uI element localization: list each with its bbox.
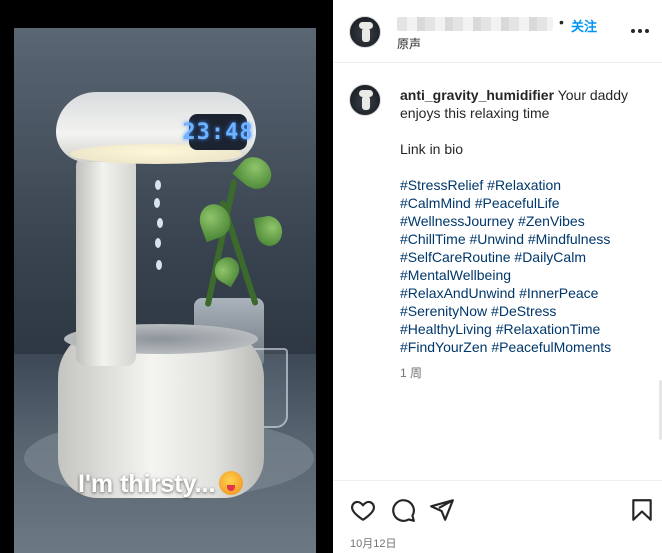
hashtag-list: #StressRelief #Relaxation #CalmMind #Pea…: [400, 176, 650, 356]
hashtag[interactable]: #StressRelief: [400, 177, 483, 193]
hashtag[interactable]: #DailyCalm: [514, 249, 586, 265]
hashtag[interactable]: #PeacefulMoments: [491, 339, 611, 355]
hashtag[interactable]: #MentalWellbeing: [400, 267, 511, 283]
action-bar: [333, 480, 662, 536]
more-options-icon[interactable]: [631, 22, 649, 40]
author-avatar[interactable]: [349, 16, 381, 48]
hashtag[interactable]: #ZenVibes: [518, 213, 585, 229]
post-sidebar: • 关注 原声 anti_gravity_humidifier Your dad…: [333, 0, 662, 553]
follow-button[interactable]: 关注: [571, 16, 597, 35]
caption-body: anti_gravity_humidifier Your daddy enjoy…: [400, 86, 650, 382]
bookmark-icon[interactable]: [629, 497, 655, 523]
hashtag[interactable]: #Unwind: [470, 231, 524, 247]
hashtag[interactable]: #RelaxationTime: [496, 321, 601, 337]
hashtag[interactable]: #SerenityNow: [400, 303, 487, 319]
water-drop: [155, 180, 161, 190]
share-icon[interactable]: [429, 497, 455, 523]
audio-label[interactable]: 原声: [397, 35, 421, 52]
author-username-blurred[interactable]: [397, 17, 553, 31]
water-drop: [155, 238, 161, 248]
hashtag[interactable]: #Mindfulness: [528, 231, 611, 247]
hashtag[interactable]: #WellnessJourney: [400, 213, 514, 229]
hashtag[interactable]: #InnerPeace: [519, 285, 598, 301]
water-drop: [157, 218, 163, 228]
post-date: 10月12日: [350, 538, 397, 550]
humidifier-pillar: [76, 156, 136, 366]
water-drop: [156, 260, 162, 270]
separator-dot: •: [559, 14, 564, 30]
hashtag[interactable]: #RelaxAndUnwind: [400, 285, 515, 301]
video-player[interactable]: 23:48 I'm thirsty...: [14, 28, 316, 553]
hashtag[interactable]: #PeacefulLife: [475, 195, 560, 211]
post-media[interactable]: 23:48 I'm thirsty...: [0, 0, 333, 553]
video-caption: I'm thirsty...: [78, 470, 244, 499]
hashtag[interactable]: #Relaxation: [487, 177, 561, 193]
caption-username[interactable]: anti_gravity_humidifier: [400, 87, 554, 103]
hashtag[interactable]: #HealthyLiving: [400, 321, 492, 337]
hashtag[interactable]: #ChillTime: [400, 231, 466, 247]
post-header: • 关注 原声: [333, 0, 662, 63]
post-time-ago[interactable]: 1 周: [400, 364, 650, 382]
comment-icon[interactable]: [390, 497, 416, 523]
water-drop: [154, 198, 160, 208]
hashtag[interactable]: #SelfCareRoutine: [400, 249, 511, 265]
hashtag[interactable]: #CalmMind: [400, 195, 471, 211]
caption-author-avatar[interactable]: [349, 84, 381, 116]
video-caption-text: I'm thirsty...: [78, 470, 216, 498]
humidifier-clock-display: 23:48: [182, 114, 253, 150]
caption-link-text: Link in bio: [400, 141, 464, 157]
hashtag[interactable]: #FindYourZen: [400, 339, 487, 355]
heart-icon[interactable]: [350, 497, 376, 523]
hot-face-emoji-icon: [219, 471, 244, 495]
hashtag[interactable]: #DeStress: [491, 303, 556, 319]
